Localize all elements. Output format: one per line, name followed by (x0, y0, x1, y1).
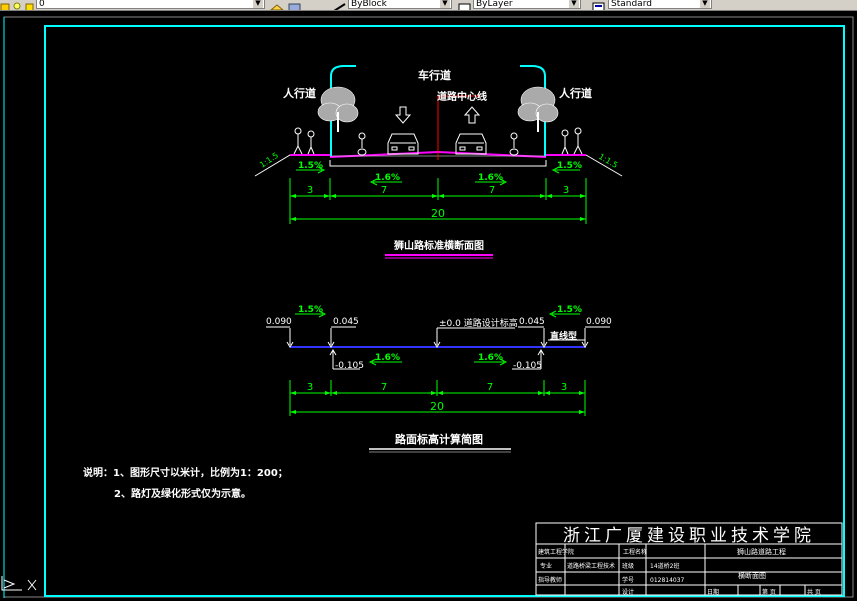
centerline-label: 道路中心线 (437, 90, 487, 103)
dim-1: 3 (307, 185, 313, 196)
major-value: 道路桥梁工程技术 (567, 562, 615, 570)
toolbar: 0 ▼ ByBlock ▼ ByLayer ▼ Standard ▼ (0, 0, 857, 11)
car-right (455, 133, 487, 155)
curve-type-label: 直线型 (550, 330, 577, 342)
style-select[interactable]: Standard ▼ (608, 0, 712, 9)
drawing-name: 横断面图 (738, 571, 766, 580)
style-select-value: Standard (611, 0, 652, 9)
slope-left-label: 1:1.5 (258, 151, 280, 170)
sidewalk-left-label: 人行道 (283, 86, 316, 100)
project-name: 狮山路道路工程 (737, 547, 786, 556)
student-no-value: 012814037 (650, 577, 685, 584)
ucs-icon (1, 576, 37, 591)
elev-left-inner: 0.045 (333, 317, 359, 327)
dim-total: 20 (431, 207, 445, 220)
s2-grade-mid-left-label: 1.6% (375, 353, 400, 363)
chevron-down-icon[interactable]: ▼ (440, 0, 450, 8)
style-icon (592, 0, 605, 10)
tree-left (317, 86, 359, 132)
cyclist-right (509, 132, 519, 156)
carriageway-label: 车行道 (418, 68, 451, 82)
dim-3: 7 (489, 185, 495, 196)
linetype-select[interactable]: ByBlock ▼ (348, 0, 452, 9)
pedestrian-left (293, 127, 315, 155)
s2-grade-left-label: 1.5% (298, 305, 323, 315)
linetype-icon (333, 0, 346, 10)
sun-icon[interactable] (24, 0, 36, 10)
major-label: 专业 (540, 562, 552, 570)
grade-left-label: 1.5% (298, 161, 323, 171)
drawing-canvas[interactable]: 人行道 人行道 车行道 道路中心线 1:1.5 1:1.5 1.5% 1.5% … (0, 11, 857, 601)
low-right-label: -0.105 (513, 361, 542, 371)
designer-label: 设计 (622, 588, 634, 596)
dim-2: 7 (381, 185, 387, 196)
slope-right-label: 1:1.5 (597, 152, 619, 170)
sheet-label: 第 页 (762, 588, 776, 596)
cross-section-1: 人行道 人行道 车行道 道路中心线 1:1.5 1:1.5 1.5% 1.5% … (254, 65, 623, 259)
drawing-frame (44, 25, 845, 597)
cross-section-2: 1.5% 1.5% 1.6% 1.6% 0.090 0.045 ±0.0 道路设… (266, 305, 612, 453)
s2-grade-right-label: 1.5% (557, 305, 582, 315)
lightbulb-icon[interactable] (12, 0, 24, 10)
layer-previous-icon[interactable] (270, 0, 284, 10)
notes-line-1: 说明：1、图形尺寸以米计，比例为1：200； (83, 466, 288, 479)
s2-dim-1: 3 (307, 382, 313, 393)
section1-title: 狮山路标准横断面图 (393, 239, 484, 252)
s2-dim-3: 7 (487, 382, 493, 393)
s2-dim-total: 20 (430, 400, 444, 413)
elev-right-outer: 0.090 (586, 317, 612, 327)
layer-select[interactable]: 0 ▼ (36, 0, 265, 9)
arrow-down-icon (394, 106, 412, 124)
class-label: 班级 (622, 562, 634, 570)
layer-select-value: 0 (39, 0, 45, 9)
total-label: 共 页 (807, 588, 821, 596)
elev-right-inner: 0.045 (519, 317, 545, 327)
low-left-label: -0.105 (335, 361, 364, 371)
chevron-down-icon[interactable]: ▼ (700, 0, 710, 8)
lineweight-select-value: ByLayer (476, 0, 513, 9)
school-name: 浙江广厦建设职业技术学院 (563, 526, 815, 546)
arrow-up-icon (463, 106, 481, 124)
tree-right (517, 86, 559, 132)
chevron-down-icon[interactable]: ▼ (569, 0, 579, 8)
elev-left-outer: 0.090 (266, 317, 292, 327)
student-no-label: 学号 (622, 576, 634, 584)
project-label: 工程名称 (623, 548, 647, 556)
sidewalk-right-label: 人行道 (559, 86, 592, 100)
layer-states-icon[interactable] (288, 0, 301, 10)
section2-title: 路面标高计算简图 (395, 432, 483, 446)
layer-icon[interactable] (0, 0, 12, 10)
pedestrian-right (561, 127, 583, 155)
date-label: 日期 (707, 588, 719, 596)
s2-dim-2: 7 (381, 382, 387, 393)
grade-mid-left-label: 1.6% (375, 173, 400, 183)
paper-border (3, 16, 854, 598)
cyclist-left (357, 132, 367, 156)
car-left (387, 133, 419, 155)
class-value: 14道桥2班 (650, 562, 679, 570)
s2-grade-mid-right-label: 1.6% (478, 353, 503, 363)
grade-mid-right-label: 1.6% (478, 173, 503, 183)
chevron-down-icon[interactable]: ▼ (253, 0, 263, 8)
grade-right-label: 1.5% (557, 161, 582, 171)
lineweight-select[interactable]: ByLayer ▼ (473, 0, 581, 9)
notes-line-2: 2、路灯及绿化形式仅为示意。 (114, 487, 251, 500)
instructor-label: 指导教师 (538, 576, 562, 584)
lineweight-icon (458, 0, 471, 10)
dim-4: 3 (563, 185, 569, 196)
s2-dim-4: 3 (561, 382, 567, 393)
design-elevation-label: ±0.0 道路设计标高 (439, 317, 518, 329)
dept-label: 建筑工程学院 (538, 548, 574, 556)
linetype-select-value: ByBlock (351, 0, 387, 9)
